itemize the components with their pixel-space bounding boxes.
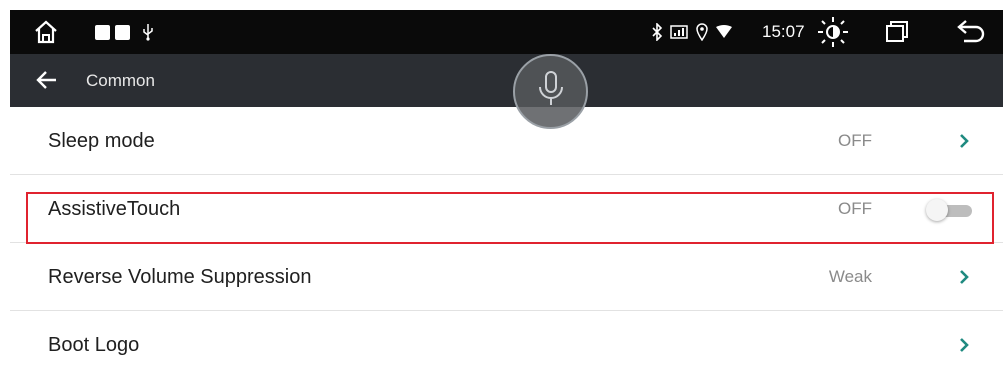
brightness-icon[interactable] (816, 15, 850, 49)
setting-label: Reverse Volume Suppression (48, 266, 312, 288)
signal-icon (670, 24, 688, 40)
status-time: 15:07 (762, 22, 805, 41)
recent-apps-icon[interactable] (884, 19, 910, 45)
setting-value: Weak (828, 267, 872, 286)
page-title: Common (86, 71, 155, 90)
chevron-right-icon (960, 270, 969, 284)
status-bar: 15:07 (10, 10, 1003, 54)
toggle-knob (926, 199, 948, 221)
voice-button[interactable] (513, 54, 588, 129)
chevron-right-icon (960, 134, 969, 148)
location-icon (696, 23, 708, 41)
usb-icon (142, 23, 154, 41)
setting-row-sleep-mode[interactable]: Sleep mode OFF (10, 107, 1003, 175)
setting-row-reverse-volume-suppression[interactable]: Reverse Volume Suppression Weak (10, 243, 1003, 311)
bluetooth-icon (651, 23, 663, 41)
assistivetouch-toggle[interactable] (926, 199, 974, 221)
app-icon (94, 24, 110, 40)
wifi-icon (716, 25, 732, 39)
setting-label: Sleep mode (48, 130, 155, 152)
app-icon (114, 24, 130, 40)
header-bar: Common (10, 54, 1003, 107)
microphone-icon (536, 70, 566, 113)
setting-row-assistivetouch[interactable]: AssistiveTouch OFF (10, 175, 1003, 243)
setting-row-boot-logo[interactable]: Boot Logo (10, 311, 1003, 379)
back-icon[interactable] (956, 20, 986, 44)
setting-label: AssistiveTouch (48, 198, 181, 220)
home-icon[interactable] (32, 19, 60, 45)
back-arrow-icon[interactable] (36, 70, 58, 90)
setting-label: Boot Logo (48, 334, 140, 356)
setting-value: OFF (838, 199, 872, 218)
settings-list: Sleep mode OFF AssistiveTouch OFF Revers… (10, 107, 1003, 381)
setting-value: OFF (838, 131, 872, 150)
chevron-right-icon (960, 338, 969, 352)
